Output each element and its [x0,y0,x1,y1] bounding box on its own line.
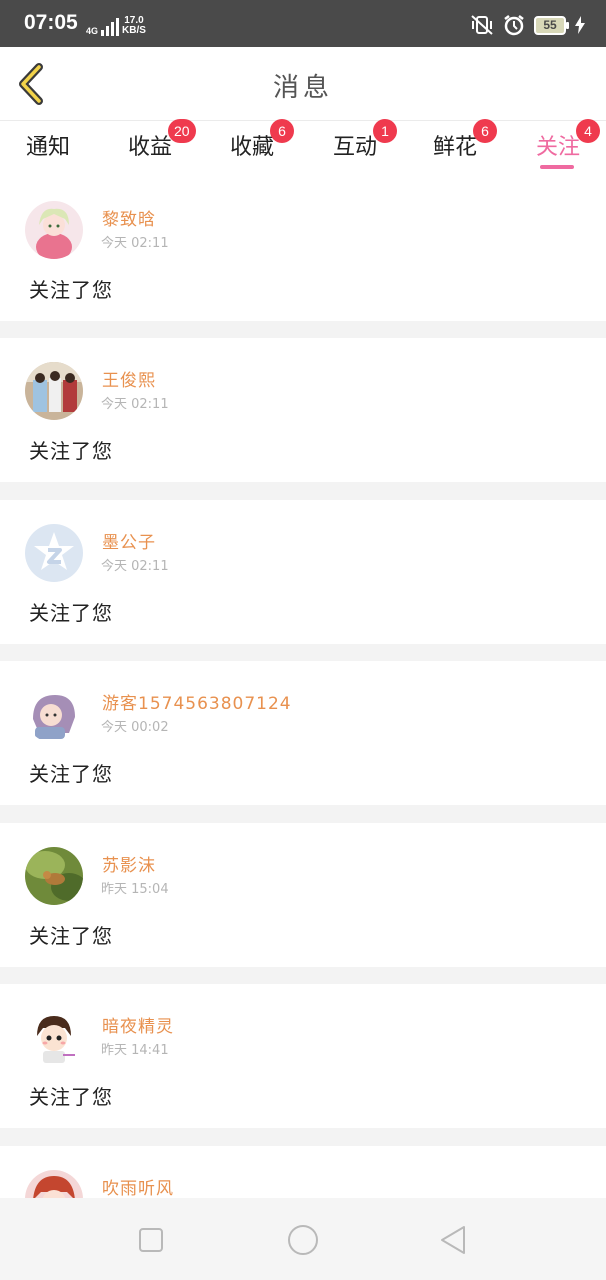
tab-badge: 6 [473,119,497,143]
timestamp: 今天 02:11 [101,236,169,251]
tab-notifications[interactable]: 通知 [26,129,70,161]
alarm-icon [504,15,524,36]
tab-label: 收藏 [230,135,275,160]
list-item[interactable]: 墨公子 今天 02:11 关注了您 [0,500,606,644]
timestamp: 今天 00:02 [101,720,169,735]
tab-earnings[interactable]: 收益 20 [128,119,196,161]
battery-icon: 55 [534,15,569,35]
active-tab-indicator [540,165,574,169]
tab-follows[interactable]: 关注 4 [536,119,600,161]
username[interactable]: 黎致晗 [102,205,156,230]
status-time: 07:05 [24,11,78,34]
timestamp: 今天 02:11 [101,397,169,412]
charging-icon [575,16,585,34]
avatar[interactable] [25,362,83,420]
message-text: 关注了您 [29,601,113,625]
username[interactable]: 吹雨听风 [102,1174,174,1199]
avatar[interactable] [25,524,83,582]
username[interactable]: 苏影沫 [102,851,156,876]
tab-label: 互动 [333,135,378,160]
message-text: 关注了您 [29,439,113,463]
list-item[interactable]: 吹雨听风 [0,1146,606,1206]
tab-badge: 6 [270,119,294,143]
tab-label: 鲜花 [433,135,478,160]
tab-favorites[interactable]: 收藏 6 [230,119,294,161]
network-type: 4G [86,26,99,36]
tab-bar: 通知 收益 20 收藏 6 互动 1 鲜花 6 关注 4 [0,119,606,177]
list-item[interactable]: 王俊熙 今天 02:11 关注了您 [0,338,606,482]
timestamp: 今天 02:11 [101,559,169,574]
status-bar: 07:05 4G 17.0 KB/S 55 [0,0,606,47]
tab-badge: 4 [576,119,600,143]
message-text: 关注了您 [29,924,113,948]
page-title: 消息 [272,73,333,103]
top-app-bar: 消息 [0,47,606,121]
timestamp: 昨天 15:04 [101,882,169,897]
signal-icon: 4G [86,18,120,36]
back-triangle-icon[interactable] [436,1222,472,1258]
avatar[interactable] [25,847,83,905]
recent-apps-square-icon[interactable] [133,1222,169,1258]
list-item[interactable]: 黎致晗 今天 02:11 关注了您 [0,177,606,321]
message-text: 关注了您 [29,278,113,302]
message-text: 关注了您 [29,1085,113,1109]
username[interactable]: 暗夜精灵 [102,1012,174,1037]
avatar[interactable] [25,201,83,259]
tab-interactions[interactable]: 互动 1 [333,119,397,161]
avatar[interactable] [25,1008,83,1066]
system-navigation-bar [0,1198,606,1280]
list-item[interactable]: 游客1574563807124 今天 00:02 关注了您 [0,661,606,805]
tab-flowers[interactable]: 鲜花 6 [433,119,497,161]
tab-label: 收益 [128,135,173,160]
home-circle-icon[interactable] [285,1222,321,1258]
avatar[interactable] [25,685,83,743]
message-text: 关注了您 [29,762,113,786]
list-item[interactable]: 苏影沫 昨天 15:04 关注了您 [0,823,606,967]
username[interactable]: 王俊熙 [102,366,156,391]
tab-label: 通知 [26,135,71,160]
tab-badge: 20 [168,119,196,143]
list-item[interactable]: 暗夜精灵 昨天 14:41 关注了您 [0,984,606,1128]
timestamp: 昨天 14:41 [101,1043,169,1058]
username[interactable]: 墨公子 [102,528,156,553]
network-speed: 17.0 KB/S [122,15,146,36]
tab-badge: 1 [373,119,397,143]
username[interactable]: 游客1574563807124 [102,689,292,714]
mute-vibrate-icon [471,15,493,35]
tab-label: 关注 [536,135,581,160]
